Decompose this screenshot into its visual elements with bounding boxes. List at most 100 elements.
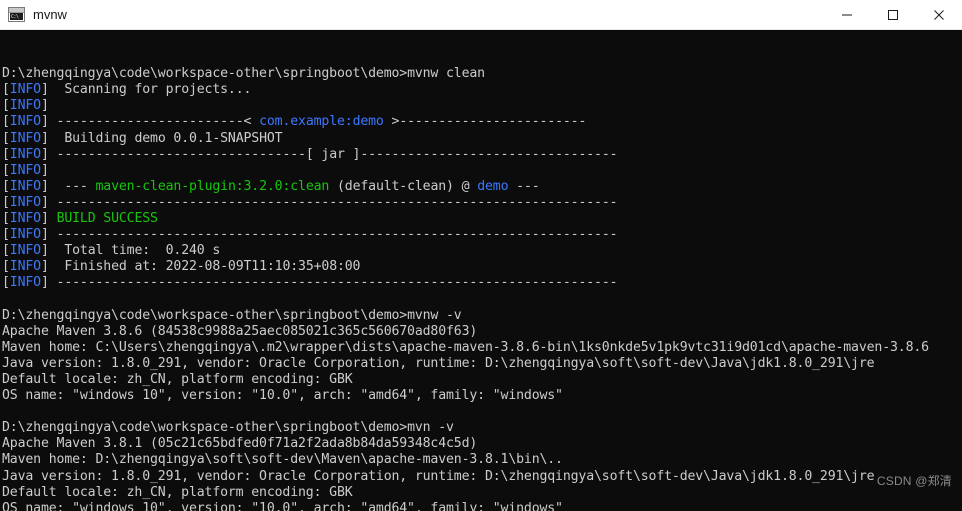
title-bar-left: C:\ mvnw [0, 7, 67, 22]
info-message: Scanning for projects... [48, 82, 252, 98]
terminal-line: [INFO] Finished at: 2022-08-09T11:10:35+… [2, 259, 962, 275]
terminal-output[interactable]: D:\zhengqingya\code\workspace-other\spri… [0, 30, 962, 511]
terminal-line: [INFO] Total time: 0.240 s [2, 243, 962, 259]
info-dashes-right: >------------------------ [383, 114, 587, 130]
info-bracket-open: [ [2, 275, 10, 291]
plugin-execution: (default-clean) @ [329, 178, 478, 194]
terminal-line: [INFO] ------------------------< com.exa… [2, 114, 962, 130]
terminal-line: [INFO] --------------------------------[… [2, 147, 962, 163]
module-name: demo [477, 178, 509, 194]
info-bracket-open: [ [2, 114, 10, 130]
info-message: ----------------------------------------… [48, 227, 618, 243]
terminal-line: [INFO] ---------------------------------… [2, 195, 962, 211]
terminal-line: Maven home: C:\Users\zhengqingya\.m2\wra… [2, 340, 962, 356]
terminal-line: D:\zhengqingya\code\workspace-other\spri… [2, 308, 962, 324]
plugin-suffix: --- [508, 178, 540, 194]
output-text: Default locale: zh_CN, platform encoding… [2, 371, 353, 387]
info-bracket-close: ] [40, 82, 49, 98]
info-bracket-open: [ [2, 259, 10, 275]
prompt-path: D:\zhengqingya\code\workspace-other\spri… [2, 420, 408, 436]
info-tag: INFO [9, 243, 41, 259]
terminal-line: D:\zhengqingya\code\workspace-other\spri… [2, 420, 962, 436]
terminal-window: C:\ mvnw D:\zhengqingya\code\workspace-o… [0, 0, 962, 511]
terminal-line: Default locale: zh_CN, platform encoding… [2, 485, 962, 501]
terminal-line: [INFO] [2, 163, 962, 179]
info-message: --------------------------------[ jar ]-… [48, 146, 618, 162]
info-message: ----------------------------------------… [48, 194, 618, 210]
terminal-line: [INFO] --- maven-clean-plugin:3.2.0:clea… [2, 179, 962, 195]
info-tag: INFO [9, 259, 41, 275]
terminal-line: Java version: 1.8.0_291, vendor: Oracle … [2, 469, 962, 485]
info-tag: INFO [9, 114, 41, 130]
project-coordinates: com.example:demo [259, 114, 384, 130]
cmd-icon-prompt: C:\ [10, 13, 23, 20]
info-message: Finished at: 2022-08-09T11:10:35+08:00 [48, 259, 361, 275]
terminal-line: OS name: "windows 10", version: "10.0", … [2, 501, 962, 511]
output-text: Apache Maven 3.8.1 (05c21c65bdfed0f71a2f… [2, 436, 478, 452]
output-text: OS name: "windows 10", version: "10.0", … [2, 388, 563, 404]
info-bracket-close: ] [40, 227, 49, 243]
info-bracket-close: ] [40, 98, 49, 114]
info-tag: INFO [9, 98, 41, 114]
info-bracket-open: [ [2, 146, 10, 162]
info-bracket-open: [ [2, 227, 10, 243]
info-bracket-close: ] [40, 162, 49, 178]
terminal-line: Apache Maven 3.8.6 (84538c9988a25aec0850… [2, 324, 962, 340]
output-text: Maven home: D:\zhengqingya\soft\soft-dev… [2, 452, 563, 468]
minimize-button[interactable] [824, 0, 870, 29]
info-message: ----------------------------------------… [48, 275, 618, 291]
terminal-line: [INFO] Building demo 0.0.1-SNAPSHOT [2, 131, 962, 147]
output-text: Default locale: zh_CN, platform encoding… [2, 484, 353, 500]
info-message [49, 98, 57, 113]
terminal-line: Maven home: D:\zhengqingya\soft\soft-dev… [2, 452, 962, 468]
info-bracket-open: [ [2, 130, 10, 146]
prompt-command: mvnw -v [407, 307, 462, 323]
info-tag: INFO [9, 194, 41, 210]
plugin-prefix: --- [48, 178, 96, 194]
info-message: Building demo 0.0.1-SNAPSHOT [48, 130, 283, 146]
info-tag: INFO [9, 178, 41, 194]
terminal-line: Default locale: zh_CN, platform encoding… [2, 372, 962, 388]
terminal-line: [INFO] ---------------------------------… [2, 227, 962, 243]
info-bracket-open: [ [2, 178, 10, 194]
info-bracket-close: ] [40, 243, 49, 259]
title-bar[interactable]: C:\ mvnw [0, 0, 962, 30]
output-text: Java version: 1.8.0_291, vendor: Oracle … [2, 468, 875, 484]
terminal-line: Java version: 1.8.0_291, vendor: Oracle … [2, 356, 962, 372]
plugin-name: maven-clean-plugin:3.2.0:clean [95, 178, 330, 194]
close-button[interactable] [916, 0, 962, 29]
prompt-path: D:\zhengqingya\code\workspace-other\spri… [2, 307, 408, 323]
info-tag: INFO [9, 162, 41, 178]
info-tag: INFO [9, 227, 41, 243]
info-message: Total time: 0.240 s [48, 243, 221, 259]
info-bracket-open: [ [2, 82, 10, 98]
info-bracket-open: [ [2, 211, 10, 227]
terminal-line: Apache Maven 3.8.1 (05c21c65bdfed0f71a2f… [2, 436, 962, 452]
output-text: Maven home: C:\Users\zhengqingya\.m2\wra… [2, 339, 929, 355]
info-bracket-close: ] [40, 146, 49, 162]
info-bracket-close: ] [40, 178, 49, 194]
window-controls [824, 0, 962, 29]
terminal-line: [INFO] ---------------------------------… [2, 275, 962, 291]
info-bracket-open: [ [2, 162, 10, 178]
info-bracket-open: [ [2, 243, 10, 259]
info-bracket-close: ] [40, 194, 49, 210]
maximize-icon [888, 9, 898, 20]
output-text: Java version: 1.8.0_291, vendor: Oracle … [2, 355, 875, 371]
info-tag: INFO [9, 211, 41, 227]
info-tag: INFO [9, 275, 41, 291]
terminal-line: [INFO] Scanning for projects... [2, 82, 962, 98]
minimize-icon [842, 14, 852, 15]
output-text: OS name: "windows 10", version: "10.0", … [2, 500, 563, 511]
maximize-button[interactable] [870, 0, 916, 29]
info-bracket-close: ] [40, 211, 49, 227]
cmd-icon: C:\ [8, 7, 25, 22]
info-bracket-open: [ [2, 98, 10, 114]
info-bracket-close: ] [40, 275, 49, 291]
watermark: CSDN @郑清 [876, 473, 952, 488]
prompt-command: mvn -v [407, 420, 454, 436]
prompt-command: mvnw clean [407, 66, 485, 82]
window-title: mvnw [33, 7, 67, 22]
